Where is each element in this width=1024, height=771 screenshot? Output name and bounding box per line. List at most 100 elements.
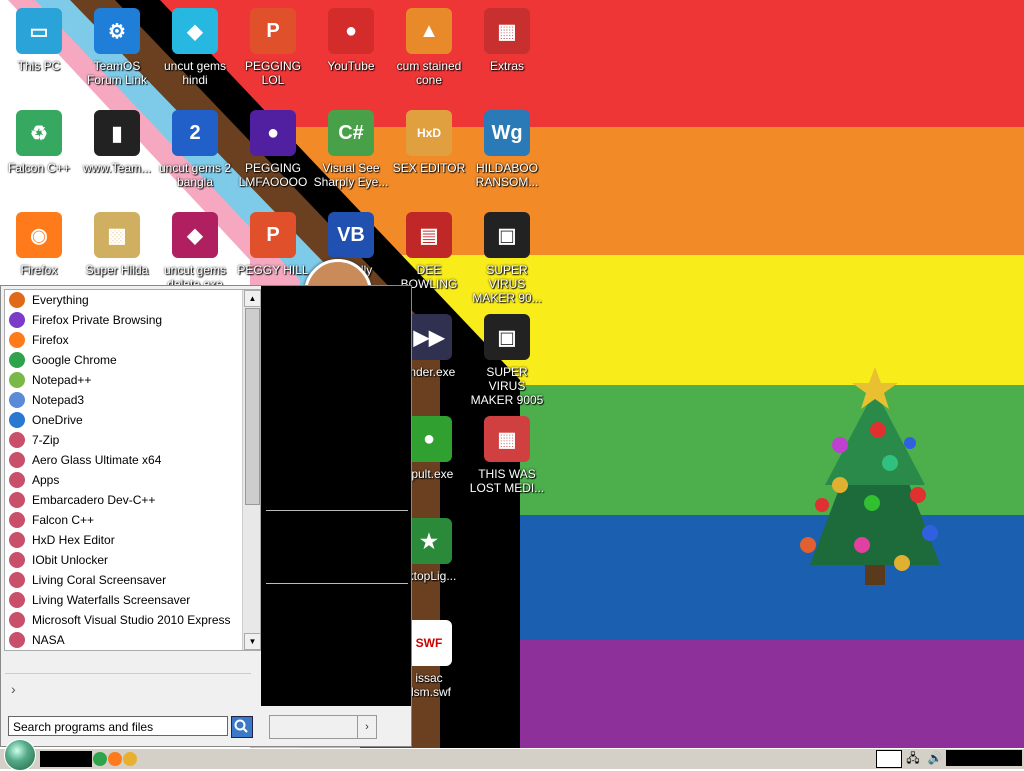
program-list-item[interactable]: Living Waterfalls Screensaver [5,590,242,610]
desktop-icon[interactable]: ▮ www.Team... [78,110,156,175]
desktop-icon-label: Firefox [20,263,58,277]
frog-icon: ● [406,416,452,462]
shutdown-button[interactable] [269,715,359,739]
firefox-private-icon [9,312,25,328]
program-list-item[interactable]: Falcon C++ [5,510,242,530]
program-list-item[interactable]: Everything [5,290,242,310]
program-list-item-label: Living Coral Screensaver [32,573,167,587]
taskbar-black-block [40,751,92,767]
p-ball-icon: P [250,8,296,54]
desktop-icon[interactable]: ◆ uncut gems delete.exe [156,212,234,291]
program-list-item[interactable]: Firefox Private Browsing [5,310,242,330]
shutdown-options-arrow-icon[interactable]: › [357,715,377,739]
program-list-item-label: Embarcadero Dev-C++ [32,493,156,507]
program-list-item-label: Aero Glass Ultimate x64 [32,453,162,467]
desktop-icon[interactable]: ▦ THIS WAS LOST MEDI... [468,416,546,495]
program-list-item[interactable]: Apps [5,470,242,490]
program-list-item-label: Notepad3 [32,393,85,407]
scroll-up-arrow-icon[interactable]: ▲ [244,290,261,307]
desktop-icon-label: PEGGING LMFAOOOO [238,161,308,189]
program-list-item[interactable]: Embarcadero Dev-C++ [5,490,242,510]
folder-shortcut-icon [9,432,25,448]
program-list-item-label: Falcon C++ [32,513,95,527]
desktop-icon-label: HILDABOO RANSOM... [475,161,539,189]
start-orb-icon[interactable] [4,739,36,771]
desktop-icon[interactable]: C# Visual See Sharply Eye... [312,110,390,189]
right-pane-divider [266,510,408,511]
desktop-icon[interactable]: ▭ This PC [0,8,78,73]
program-list-scrollbar[interactable]: ▲ ▼ [242,290,261,650]
program-list-item[interactable]: IObit Unlocker [5,550,242,570]
desktop-icon-label: PEGGY HILL [237,263,309,277]
firefox-icon[interactable] [108,752,122,766]
gear-icon: ⚙ [94,8,140,54]
desktop-icon[interactable]: ◆ uncut gems hindi [156,8,234,87]
chrome-icon[interactable] [93,752,107,766]
folder-shortcut-icon [9,512,25,528]
desktop-icon[interactable]: 2 uncut gems 2 bangla [156,110,234,189]
program-list-item[interactable]: Notepad3 [5,390,242,410]
folder-shortcut-icon [9,552,25,568]
desktop-icon[interactable]: ▩ Super Hilda [78,212,156,277]
desktop-icon[interactable]: ▣ SUPER VIRUS MAKER 90... [468,212,546,305]
recycle-bin-icon: ♻ [16,110,62,156]
program-list-item[interactable]: HxD Hex Editor [5,530,242,550]
desktop-icon-label: SUPER VIRUS MAKER 9005 [470,365,544,407]
desktop-icon[interactable]: P PEGGING LOL [234,8,312,87]
program-list-item[interactable]: Notepad++ [5,370,242,390]
network-icon[interactable]: 🖧 [904,751,922,765]
clock-area[interactable] [946,750,1022,766]
scroll-down-arrow-icon[interactable]: ▼ [244,633,261,650]
desktop-icon[interactable]: ▦ Extras [468,8,546,73]
folder-shortcut-icon [9,532,25,548]
desktop-icon[interactable]: P PEGGY HILL [234,212,312,277]
program-list-item-label: IObit Unlocker [32,553,109,567]
desktop-icon[interactable]: ▣ SUPER VIRUS MAKER 9005 [468,314,546,407]
program-list-item[interactable]: Living Coral Screensaver [5,570,242,590]
search-input[interactable]: Search programs and files [8,716,228,736]
program-list-item[interactable]: NASA [5,630,242,650]
christmas-tree-widget[interactable] [780,365,960,590]
pixel-character-icon: ▩ [94,212,140,258]
program-list-item[interactable]: Aero Glass Ultimate x64 [5,450,242,470]
desktop-icon-label: YouTube [327,59,375,73]
start-menu-right-pane [261,286,411,706]
camera-bag-icon: ▣ [484,314,530,360]
all-programs-arrow-icon[interactable]: › [11,681,16,697]
desktop-icon[interactable]: ● YouTube [312,8,390,73]
folder-shortcut-icon [9,572,25,588]
scroll-thumb[interactable] [245,308,260,505]
program-list-item[interactable]: Firefox [5,330,242,350]
tower-pc-icon: ▮ [94,110,140,156]
volume-icon[interactable]: 🔊 [926,751,944,765]
vb-icon: VB [328,212,374,258]
program-list-item[interactable]: 7-Zip [5,430,242,450]
desktop-icon[interactable]: Wg HILDABOO RANSOM... [468,110,546,189]
desktop-icon[interactable]: HxD SEX EDITOR [390,110,468,175]
book-icon: ▤ [406,212,452,258]
folder-shortcut-icon [9,452,25,468]
desktop-icon-label: uncut gems hindi [163,59,227,87]
desktop-icon-label: SUPER VIRUS MAKER 90... [472,263,542,305]
desktop-icon-label: PEGGING LOL [244,59,301,87]
robot-icon: ▶▶ [406,314,452,360]
desktop-icon[interactable]: ● PEGGING LMFAOOOO [234,110,312,189]
program-list-item[interactable]: Google Chrome [5,350,242,370]
desktop-icon[interactable]: ⚙ TeamOS Forum Link [78,8,156,87]
folder-shortcut-icon [9,592,25,608]
folder-icon[interactable] [123,752,137,766]
desktop-icon[interactable]: ♻ Falcon C++ [0,110,78,175]
desktop-icon-label: TeamOS Forum Link [86,59,148,87]
desktop-icon-label: Extras [489,59,524,73]
program-list-item[interactable]: OneDrive [5,410,242,430]
desktop-icon[interactable]: ▤ DEE BOWLING [390,212,468,291]
search-button[interactable] [231,716,253,738]
desktop-icon[interactable]: ▲ cum stained cone [390,8,468,87]
system-tray: 🖧 🔊 [876,750,1022,768]
program-list-item-label: OneDrive [32,413,83,427]
desktop-icon[interactable]: ◉ Firefox [0,212,78,277]
desktop-icon-label: uncut gems 2 bangla [158,161,232,189]
program-list-item[interactable]: Microsoft Visual Studio 2010 Express [5,610,242,630]
diamond-icon: ◆ [172,8,218,54]
folder-shortcut-icon [9,492,25,508]
